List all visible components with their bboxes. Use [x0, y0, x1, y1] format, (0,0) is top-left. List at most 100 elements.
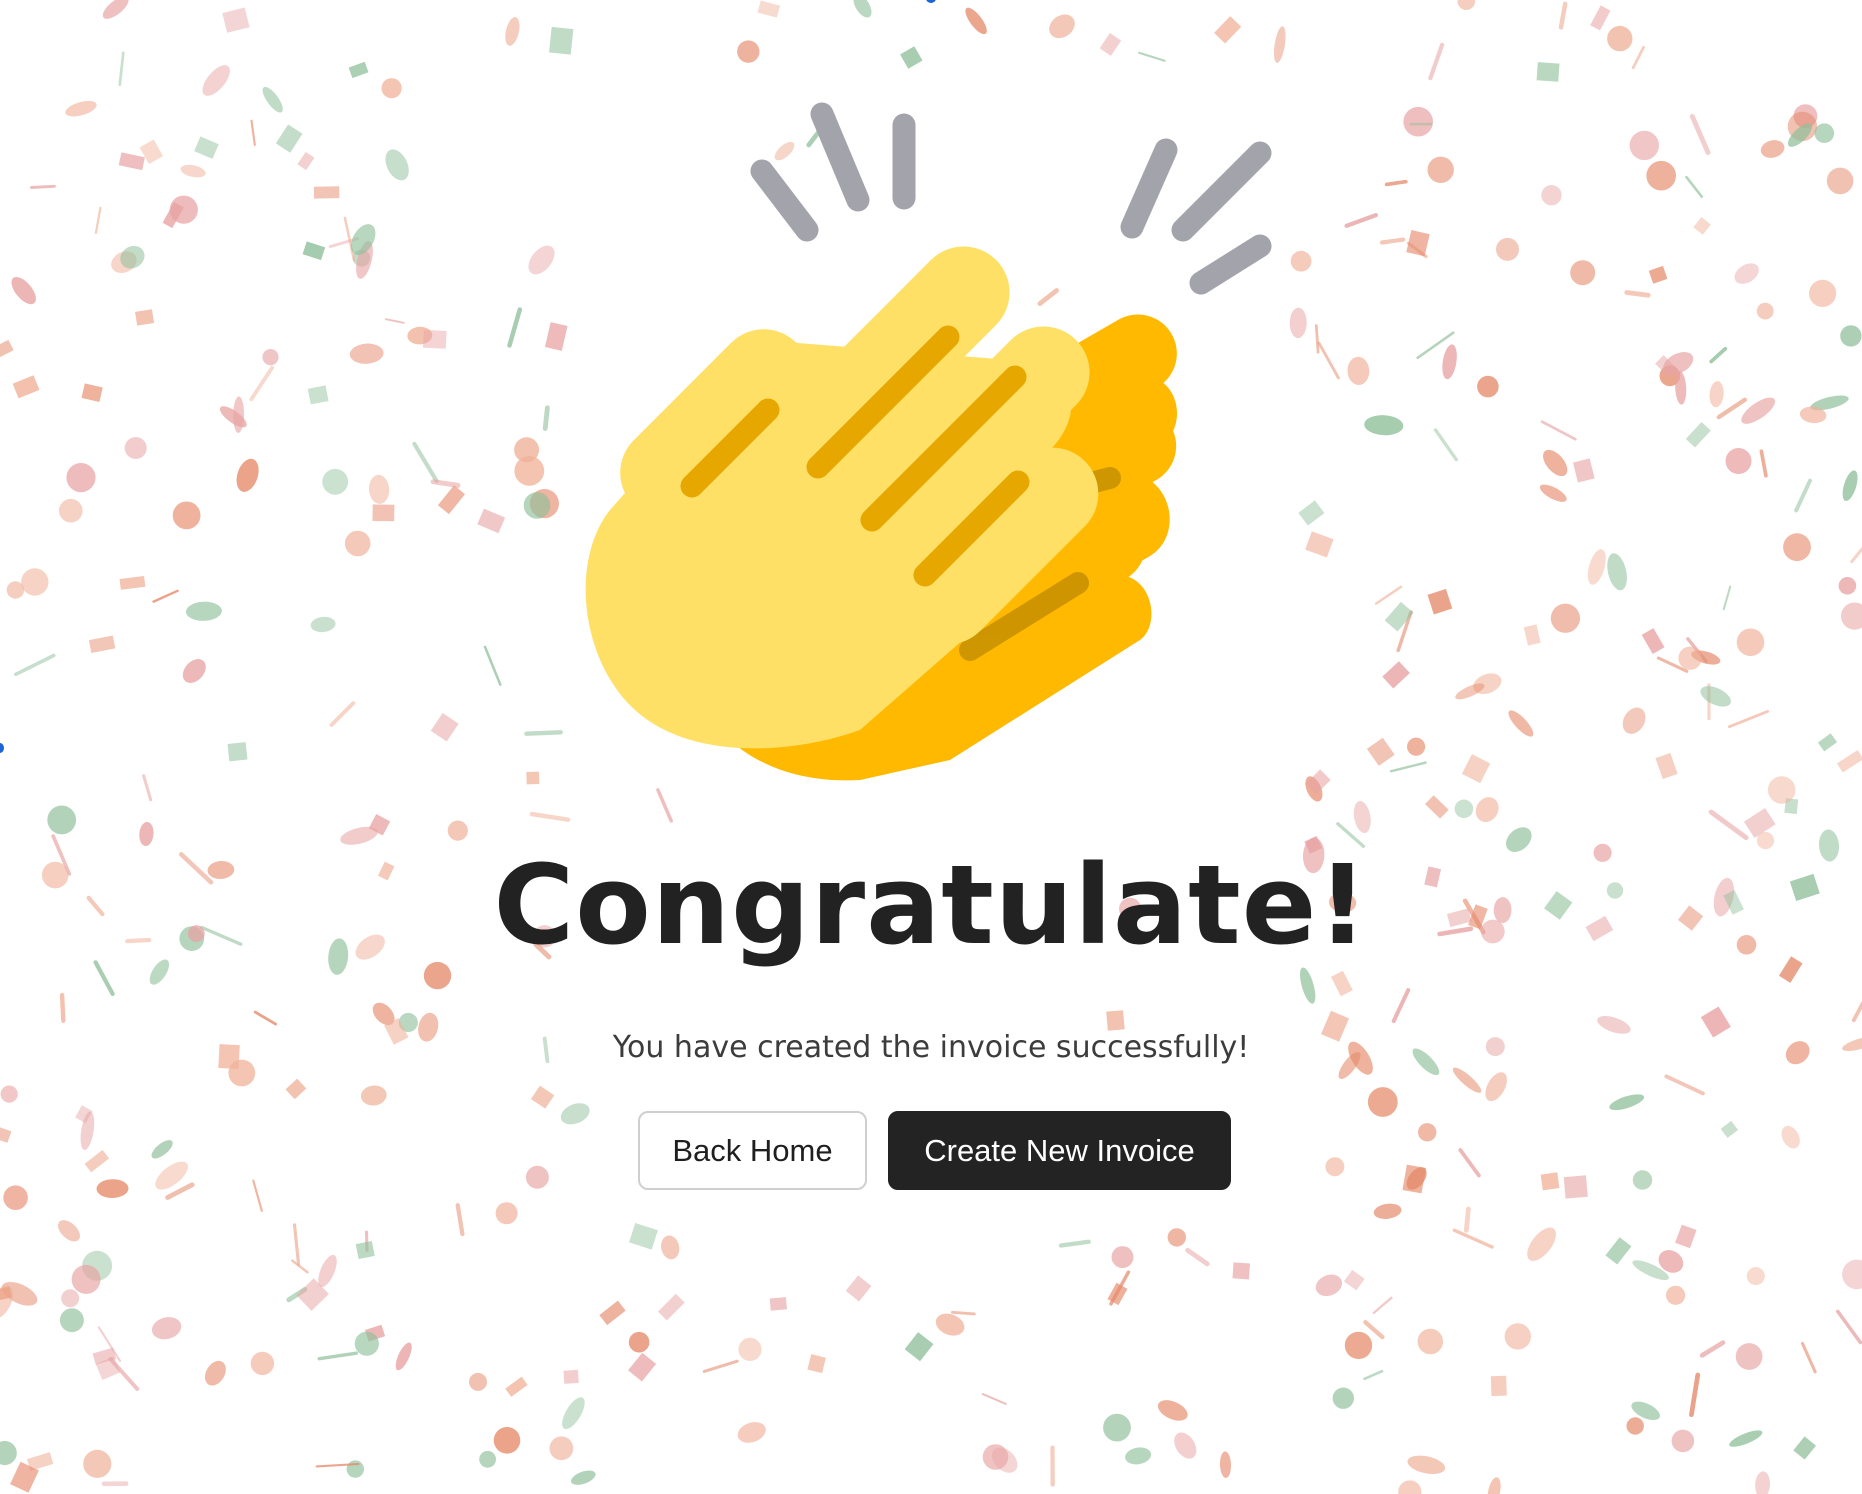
confetti-piece [1842, 1259, 1862, 1290]
confetti-piece [1343, 1269, 1365, 1291]
confetti-piece [364, 1324, 386, 1342]
confetti-piece [1367, 1087, 1398, 1117]
confetti-piece [1655, 355, 1678, 378]
confetti-piece [1666, 1285, 1686, 1305]
confetti-piece [343, 216, 356, 262]
confetti-piece [328, 237, 359, 249]
confetti-piece [1347, 356, 1370, 385]
confetti-piece [11, 277, 36, 305]
confetti-piece [395, 1342, 412, 1371]
confetti-piece [1344, 1331, 1373, 1360]
confetti-piece [1841, 602, 1862, 630]
confetti-piece [84, 1149, 110, 1173]
confetti-piece [61, 1289, 80, 1308]
confetti-piece [1107, 1282, 1128, 1306]
confetti-piece [629, 1222, 658, 1250]
confetti-piece [354, 1331, 379, 1356]
confetti-piece [1219, 1451, 1232, 1478]
confetti-piece [904, 1332, 934, 1362]
confetti-piece [202, 65, 230, 96]
confetti-piece [1314, 324, 1320, 354]
confetti-piece [6, 581, 25, 599]
confetti-piece [1398, 1480, 1422, 1494]
confetti-piece [12, 375, 40, 399]
confetti-piece [1508, 710, 1534, 737]
confetti-piece [1457, 0, 1476, 10]
confetti-piece [1407, 737, 1426, 756]
confetti-piece [88, 635, 116, 654]
confetti-piece [1648, 265, 1668, 284]
confetti-piece [1174, 1432, 1197, 1459]
confetti-piece [1767, 776, 1796, 804]
confetti-piece [81, 383, 103, 402]
confetti-piece [162, 201, 184, 229]
confetti-piece [1759, 449, 1768, 478]
confetti-piece [315, 1462, 360, 1468]
confetti-piece [1, 1281, 38, 1306]
confetti-piece [1631, 1401, 1660, 1421]
confetti-piece [853, 0, 872, 18]
confetti-piece [505, 17, 520, 46]
confetti-piece [1793, 104, 1818, 128]
confetti-piece [356, 240, 373, 279]
confetti-piece [253, 1010, 278, 1026]
confetti-piece [1793, 1436, 1817, 1460]
confetti-piece [1379, 237, 1406, 245]
confetti-piece [83, 1449, 112, 1478]
confetti-piece [360, 1085, 387, 1106]
confetti-piece [1691, 650, 1721, 665]
confetti-piece [430, 479, 461, 488]
confetti-piece [1099, 32, 1122, 56]
confetti-piece [1353, 800, 1371, 834]
confetti-piece [139, 139, 164, 165]
confetti-piece [845, 1275, 872, 1302]
confetti-piece [1485, 1072, 1507, 1102]
confetti-piece [355, 1240, 375, 1260]
confetti-piece [1417, 1328, 1444, 1355]
confetti-piece [1836, 750, 1862, 773]
confetti-piece [1799, 406, 1827, 424]
confetti-piece [1363, 1369, 1384, 1381]
confetti-piece [302, 241, 326, 261]
confetti-piece [1689, 113, 1711, 155]
confetti-piece [1416, 331, 1455, 360]
confetti-piece [525, 1165, 549, 1189]
confetti-piece [0, 1085, 18, 1103]
confetti-piece [1540, 420, 1577, 441]
confetti-piece [286, 1286, 308, 1303]
create-new-invoice-button[interactable]: Create New Invoice [888, 1111, 1231, 1190]
confetti-piece [236, 458, 259, 492]
confetti-piece [155, 1161, 188, 1190]
confetti-piece [571, 1470, 596, 1485]
confetti-piece [58, 1220, 80, 1242]
confetti-piece [737, 1422, 766, 1443]
back-home-button[interactable]: Back Home [638, 1111, 867, 1190]
confetti-piece [1461, 754, 1491, 784]
confetti-piece [151, 1317, 182, 1340]
confetti-piece [1550, 603, 1580, 633]
confetti-piece [30, 184, 56, 189]
confetti-piece [1490, 1375, 1507, 1397]
confetti-piece [1540, 1172, 1560, 1191]
confetti-piece [1563, 1175, 1588, 1199]
confetti-piece [1384, 179, 1408, 187]
confetti-piece [59, 498, 83, 523]
confetti-piece [1325, 1157, 1345, 1177]
confetti-piece [1605, 1237, 1632, 1265]
confetti-piece [124, 437, 147, 459]
confetti-piece [296, 1278, 329, 1311]
confetti-piece [1407, 1455, 1446, 1475]
confetti-piece [142, 774, 153, 802]
confetti-piece [526, 771, 540, 785]
confetti-piece [1734, 263, 1759, 284]
confetti-piece [430, 712, 459, 742]
confetti-piece [1607, 553, 1627, 591]
confetti-piece [1109, 1270, 1131, 1306]
clapping-hands-icon [585, 102, 1272, 781]
confetti-piece [1609, 1094, 1645, 1111]
confetti-piece [1305, 776, 1323, 802]
confetti-piece [1607, 25, 1633, 52]
confetti-piece [14, 653, 56, 677]
confetti-piece [26, 1452, 54, 1471]
confetti-piece [1541, 185, 1562, 206]
